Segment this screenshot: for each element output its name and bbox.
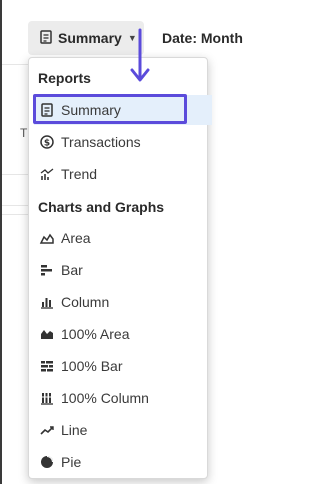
menu-item-100-bar[interactable]: 100% Bar (34, 351, 208, 381)
window-border (0, 0, 2, 484)
background-column-letter: T (20, 126, 28, 140)
column-chart-icon (39, 294, 55, 310)
menu-item-label: Bar (61, 262, 83, 278)
menu-item-label: 100% Bar (61, 358, 123, 374)
menu-item-label: Trend (61, 166, 98, 182)
line-chart-icon (39, 422, 55, 438)
charts-section-header: Charts and Graphs (38, 199, 165, 215)
stacked-column-icon (39, 390, 55, 406)
reports-section-header: Reports (38, 70, 91, 86)
document-icon (40, 29, 52, 47)
menu-item-column[interactable]: Column (34, 287, 208, 317)
area-chart-icon (39, 230, 55, 246)
menu-item-transactions[interactable]: $ Transactions (34, 127, 208, 157)
menu-item-label: Area (61, 230, 91, 246)
stacked-bar-icon (39, 358, 55, 374)
menu-item-100-area[interactable]: 100% Area (34, 319, 208, 349)
divider (2, 214, 28, 215)
menu-item-trend[interactable]: Trend (34, 159, 208, 189)
view-selector-label: Summary (58, 30, 122, 46)
menu-item-label: 100% Column (61, 390, 149, 406)
menu-item-label: Line (61, 422, 88, 438)
svg-text:$: $ (44, 139, 50, 149)
menu-item-area[interactable]: Area (34, 223, 208, 253)
divider (2, 64, 28, 65)
stacked-area-icon (39, 326, 55, 342)
exchange-icon: $ (39, 134, 55, 150)
pie-chart-icon (39, 454, 55, 470)
summary-highlight-outline (33, 94, 187, 124)
menu-item-label: Pie (61, 454, 82, 470)
menu-item-line[interactable]: Line (34, 415, 208, 445)
menu-item-100-column[interactable]: 100% Column (34, 383, 208, 413)
bar-chart-icon (39, 262, 55, 278)
divider (2, 174, 28, 175)
trend-icon (39, 166, 55, 182)
view-selector-button[interactable]: Summary ▼ (28, 21, 144, 55)
menu-item-label: Column (61, 294, 110, 310)
menu-item-label: 100% Area (61, 326, 130, 342)
menu-item-bar[interactable]: Bar (34, 255, 208, 285)
date-filter-button[interactable]: Date: Month (152, 21, 252, 55)
menu-item-pie[interactable]: Pie (34, 447, 208, 477)
divider (2, 205, 28, 206)
menu-item-label: Transactions (61, 134, 141, 150)
pointer-arrow-icon (130, 28, 150, 82)
